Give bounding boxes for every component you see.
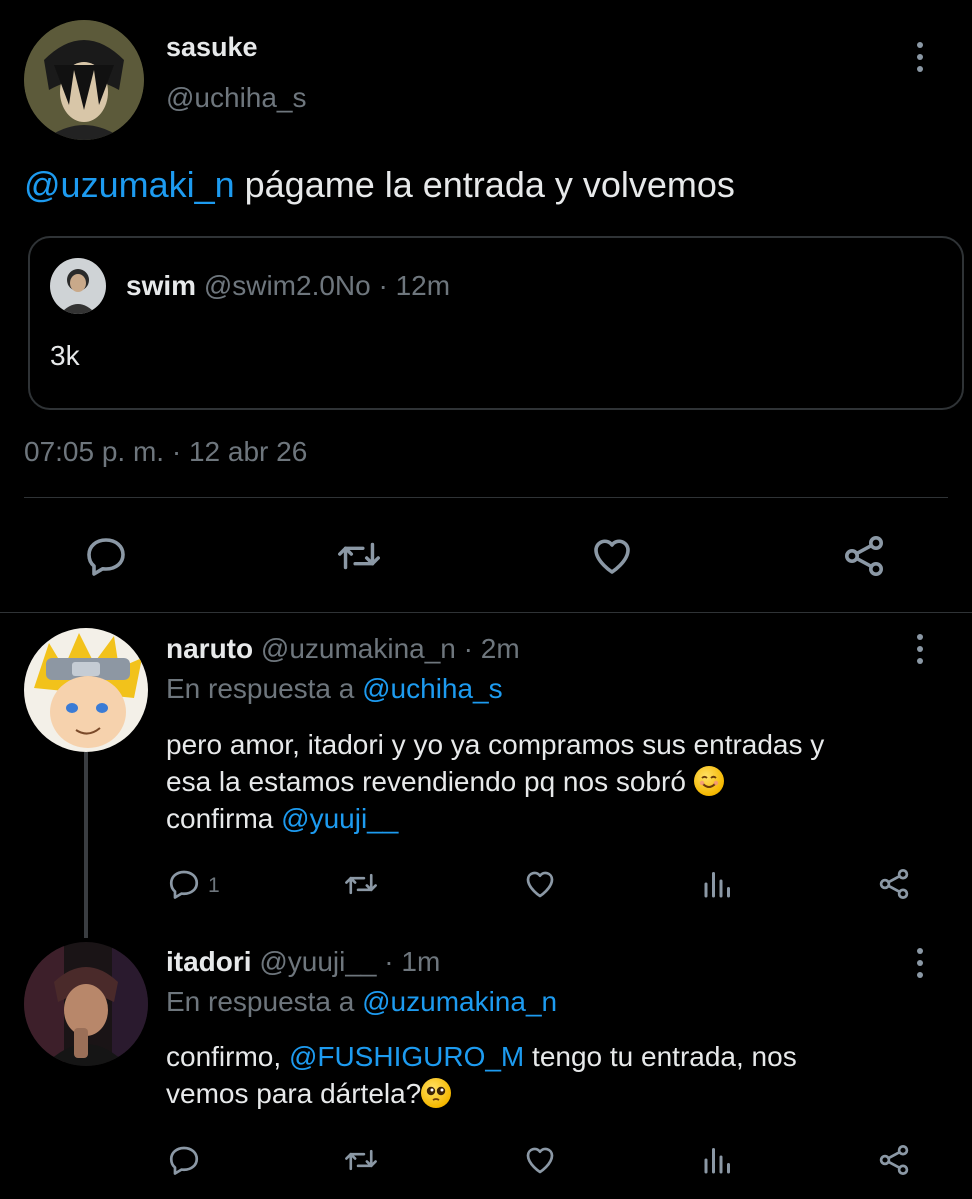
reply-icon[interactable] xyxy=(82,532,130,580)
reply-line: esa la estamos revendiendo pq nos sobró xyxy=(166,763,824,800)
replying-to-label: En respuesta a xyxy=(166,986,363,1017)
tweet-text: @uzumaki_n págame la entrada y volvemos xyxy=(24,164,735,206)
reply-text: confirmo, @FUSHIGURO_M tengo tu entrada,… xyxy=(166,1038,797,1112)
mention-link[interactable]: @uzumaki_n xyxy=(24,164,235,205)
tweet-body: págame la entrada y volvemos xyxy=(234,164,735,205)
more-options-icon[interactable] xyxy=(914,634,926,664)
retweet-icon[interactable] xyxy=(342,866,380,902)
divider xyxy=(24,497,948,498)
more-options-icon[interactable] xyxy=(914,948,926,978)
reply-line: confirmo, @FUSHIGURO_M tengo tu entrada,… xyxy=(166,1038,797,1075)
reply-line-text: confirmo, xyxy=(166,1041,289,1072)
section-divider xyxy=(0,612,972,613)
reply-header: itadori @yuuji__ · 1m xyxy=(166,946,440,978)
quote-author-handle: @swim2.0No xyxy=(203,270,371,301)
share-icon[interactable] xyxy=(876,1142,912,1178)
quote-author-name: swim xyxy=(126,270,197,301)
quote-time: · 12m xyxy=(378,270,451,301)
replying-to: En respuesta a @uzumakina_n xyxy=(166,986,557,1018)
reply-line-text: vemos para dártela? xyxy=(166,1078,422,1109)
reply-icon[interactable] xyxy=(166,866,202,902)
replying-to-label: En respuesta a xyxy=(166,673,363,704)
like-icon[interactable] xyxy=(522,866,558,902)
retweet-icon[interactable] xyxy=(334,532,384,580)
more-options-icon[interactable] xyxy=(914,42,926,72)
reply-author-name[interactable]: itadori xyxy=(166,946,252,977)
like-icon[interactable] xyxy=(588,532,636,580)
smiling-face-emoji-icon xyxy=(693,766,724,796)
reply-line-text: esa la estamos revendiendo pq nos sobró xyxy=(166,766,686,797)
quote-text: 3k xyxy=(50,340,80,371)
replying-to: En respuesta a @uchiha_s xyxy=(166,673,503,705)
reply-line: confirma @yuuji__ xyxy=(166,800,824,837)
reply-line: pero amor, itadori y yo ya compramos sus… xyxy=(166,729,825,760)
quoted-tweet[interactable]: swim @swim2.0No · 12m 3k xyxy=(28,236,964,410)
reply-time: · 2m xyxy=(463,633,520,664)
like-icon[interactable] xyxy=(522,1142,558,1178)
retweet-icon[interactable] xyxy=(342,1142,380,1178)
reply-text: pero amor, itadori y yo ya compramos sus… xyxy=(166,726,824,837)
mention-link[interactable]: @FUSHIGURO_M xyxy=(289,1041,524,1072)
reply-line-text: tengo tu entrada, nos xyxy=(524,1041,797,1072)
author-name[interactable]: sasuke xyxy=(166,32,258,63)
analytics-icon[interactable] xyxy=(700,866,736,902)
share-icon[interactable] xyxy=(840,532,888,580)
author-handle[interactable]: @uchiha_s xyxy=(166,82,307,114)
reply-author-handle[interactable]: @uzumakina_n xyxy=(261,633,456,664)
analytics-icon[interactable] xyxy=(700,1142,736,1178)
itadori-avatar[interactable] xyxy=(24,942,148,1066)
reply-count: 1 xyxy=(208,874,220,897)
reply-time: · 1m xyxy=(384,946,441,977)
reply-author-handle[interactable]: @yuuji__ xyxy=(259,946,376,977)
reply-line: vemos para dártela? xyxy=(166,1075,797,1112)
reply-author-name[interactable]: naruto xyxy=(166,633,253,664)
thread-connector xyxy=(84,752,88,938)
replying-to-mention[interactable]: @uchiha_s xyxy=(362,673,503,704)
sasuke-avatar[interactable] xyxy=(24,20,144,140)
tweet-timestamp[interactable]: 07:05 p. m. · 12 abr 26 xyxy=(24,436,307,468)
reply-icon[interactable] xyxy=(166,1142,202,1178)
swim-avatar xyxy=(50,258,106,314)
reply-line-text: confirma xyxy=(166,803,282,834)
share-icon[interactable] xyxy=(876,866,912,902)
naruto-avatar[interactable] xyxy=(24,628,148,752)
reply-header: naruto @uzumakina_n · 2m xyxy=(166,633,520,665)
pleading-face-emoji-icon xyxy=(421,1078,452,1108)
quote-header: swim @swim2.0No · 12m xyxy=(126,270,450,302)
mention-link[interactable]: @yuuji__ xyxy=(281,803,398,834)
replying-to-mention[interactable]: @uzumakina_n xyxy=(362,986,557,1017)
